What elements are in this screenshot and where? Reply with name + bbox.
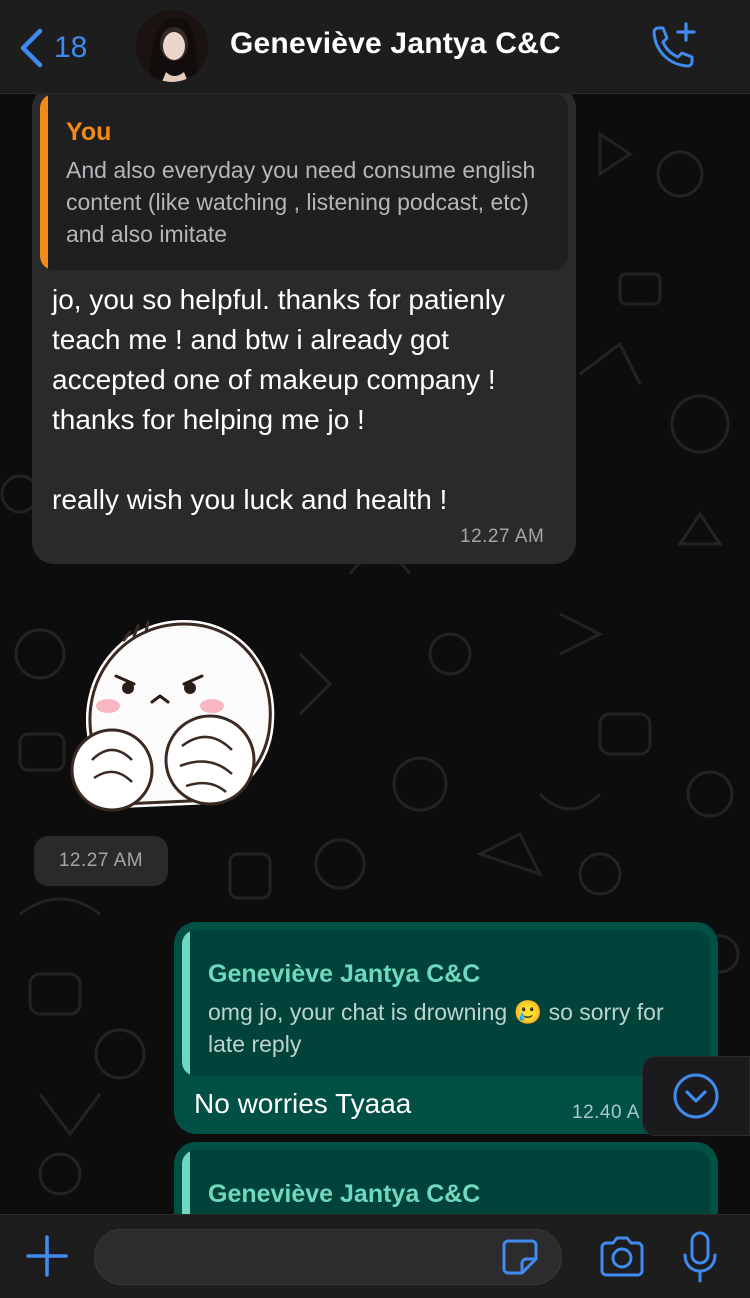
sticker-time-pill: 12.27 AM (34, 836, 168, 886)
microphone-icon (683, 1231, 717, 1283)
avatar-image (136, 10, 208, 82)
quote-text-part: omg jo, your chat is drowning (208, 999, 508, 1025)
contact-avatar[interactable] (136, 10, 208, 82)
quote-bar (182, 930, 190, 1076)
back-button[interactable]: 18 (18, 26, 87, 70)
outgoing-message[interactable]: Geneviève Jantya C&C omg jo, your chat i… (174, 922, 718, 1134)
quoted-reply[interactable]: Geneviève Jantya C&C (182, 1150, 710, 1214)
attach-button[interactable] (24, 1233, 70, 1279)
chat-header: 18 Geneviève Jantya C&C (0, 0, 750, 94)
quote-bar (182, 1150, 190, 1214)
quoted-reply[interactable]: You And also everyday you need consume e… (40, 94, 568, 270)
sticker-icon (502, 1239, 538, 1275)
sticker-message[interactable] (62, 610, 282, 830)
quote-author: Geneviève Jantya C&C (208, 960, 481, 988)
quote-author: Geneviève Jantya C&C (208, 1180, 481, 1208)
microphone-button[interactable] (680, 1229, 720, 1285)
message-text: No worries Tyaaa (194, 1088, 412, 1119)
message-text: jo, you so helpful. thanks for patienly … (52, 284, 505, 515)
quote-text: omg jo, your chat is drowning 🥲 so sorry… (208, 996, 688, 1060)
chat-area[interactable]: You And also everyday you need consume e… (0, 94, 750, 1214)
plus-icon (26, 1235, 68, 1277)
outgoing-message[interactable]: Geneviève Jantya C&C (174, 1142, 718, 1214)
incoming-message[interactable]: You And also everyday you need consume e… (32, 94, 576, 564)
angry-bun-sticker (70, 619, 275, 812)
message-input[interactable] (94, 1229, 562, 1285)
camera-icon (600, 1236, 644, 1277)
quote-text: And also everyday you need consume engli… (66, 157, 536, 247)
message-input-bar (0, 1214, 750, 1298)
contact-name[interactable]: Geneviève Jantya C&C (230, 27, 561, 61)
phone-add-icon (652, 22, 696, 68)
chevron-left-icon (20, 28, 43, 68)
sticker-button[interactable] (500, 1237, 540, 1277)
emoji-smile-tear: 🥲 (513, 999, 543, 1025)
message-time: 12.40 A (572, 1102, 640, 1123)
sticker-time: 12.27 AM (58, 850, 144, 871)
chevron-down-circle-icon (673, 1073, 719, 1119)
quoted-reply[interactable]: Geneviève Jantya C&C omg jo, your chat i… (182, 930, 710, 1076)
camera-button[interactable] (598, 1235, 646, 1279)
scroll-to-bottom-button[interactable] (642, 1056, 750, 1136)
quote-bar (40, 94, 48, 270)
message-time: 12.27 AM (460, 526, 545, 547)
call-button[interactable] (648, 22, 698, 70)
quote-author: You (66, 118, 112, 146)
unread-count: 18 (54, 31, 88, 64)
